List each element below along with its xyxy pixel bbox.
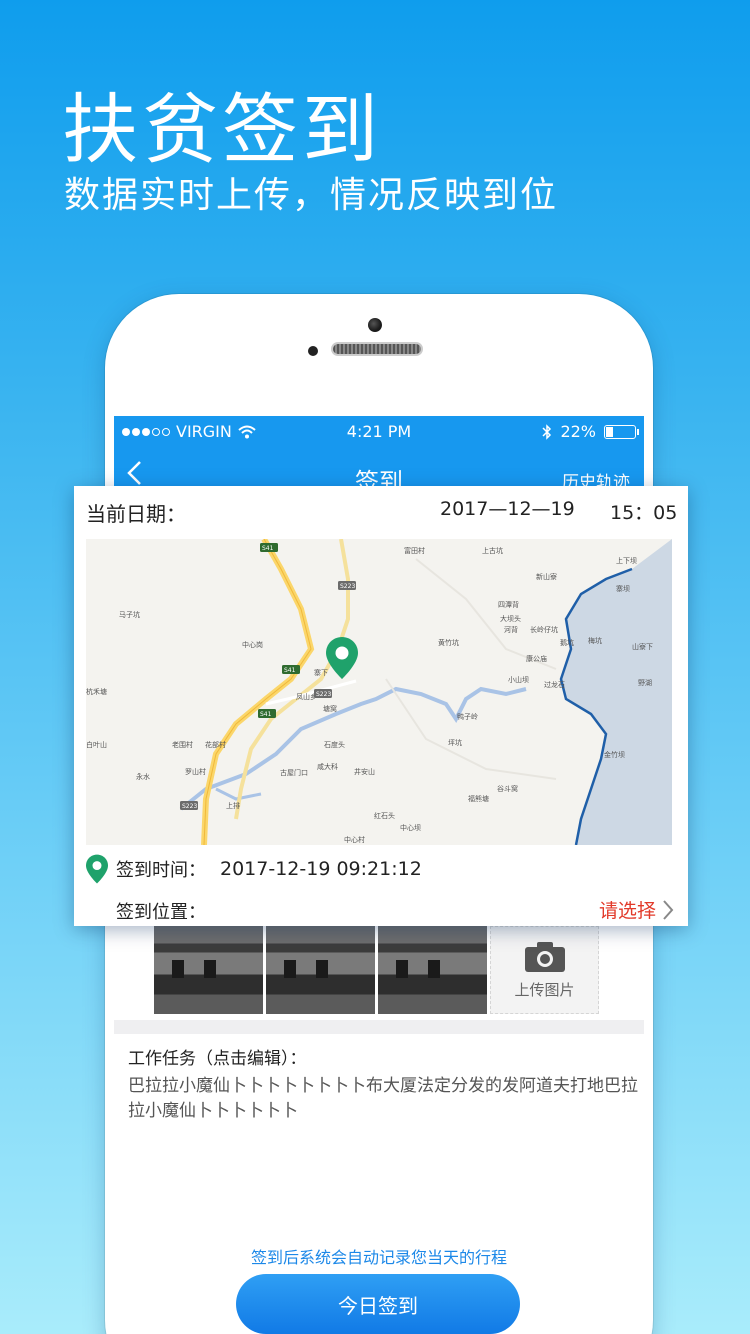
map-place-label: 黄竹坑: [438, 638, 459, 647]
map-place-label: 井安山: [354, 767, 375, 776]
map-place-label: 富田村: [404, 546, 425, 555]
map-place-label: 寨下: [314, 668, 328, 677]
map-place-label: 罗山村: [185, 767, 206, 776]
hero-title: 扶贫签到: [62, 85, 382, 174]
svg-text:S223: S223: [182, 803, 197, 810]
checkin-location-label: 签到位置：: [116, 902, 206, 923]
map-place-label: 杭禾塘: [86, 687, 107, 696]
checkin-time-value: 2017-12-19 09:21:12: [220, 858, 422, 880]
hero-subtitle: 数据实时上传，情况反映到位: [64, 175, 559, 216]
time-value: 15：05: [610, 502, 678, 524]
map-place-label: 石度头: [324, 740, 345, 749]
map-place-label: 四潭背: [498, 600, 519, 609]
map-place-label: 上下坝: [616, 556, 637, 565]
map-place-label: 马子坑: [119, 610, 140, 619]
battery-percent: 22%: [560, 422, 596, 441]
map-place-label: 长岭仔坑: [530, 625, 558, 634]
map-place-label: 古屋门口: [280, 768, 308, 777]
map-place-label: 野湖: [638, 678, 652, 687]
location-map[interactable]: 富田村 上古坑 新山寮 上下坝 寨坝 马子坑 四潭背 大坝头 河背 长岭仔坑 黄竹坑 鹅坑 梅坑 山寮下中…: [86, 539, 672, 845]
map-place-label: 山寮下: [632, 642, 653, 651]
checkin-hint: 签到后系统会自动记录您当天的行程: [250, 1248, 507, 1267]
map-place-label: 中心村: [344, 835, 365, 844]
status-bar: VIRGIN 4:21 PM 22%: [114, 416, 644, 448]
location-pin-icon: [326, 637, 358, 679]
map-place-label: 上排: [226, 801, 240, 810]
bluetooth-icon: [542, 423, 552, 440]
map-place-label: 坪坑: [448, 738, 462, 747]
map-canvas: 富田村 上古坑新山寮上下坝寨坝马子坑四潭背大坝头河背 长岭仔坑黄竹坑 鹅坑 梅坑山寮下中…: [86, 539, 672, 845]
location-pin-icon: [86, 854, 108, 884]
map-place-label: 寨坝: [616, 584, 630, 593]
map-place-label: 花部村: [205, 740, 226, 749]
svg-text:S223: S223: [316, 691, 331, 698]
proximity-sensor: [308, 346, 318, 356]
front-camera: [368, 318, 382, 332]
location-selector[interactable]: 请选择: [599, 896, 674, 923]
map-place-label: 梅坑: [588, 636, 602, 645]
date-label: 当前日期：: [86, 502, 186, 526]
section-divider: [114, 1020, 644, 1034]
photo-thumbnail[interactable]: [154, 926, 263, 1014]
upload-photo-label: 上传图片: [514, 980, 575, 999]
map-place-label: 河背: [504, 625, 518, 634]
map-place-label: 小山坝: [508, 675, 529, 684]
map-place-label: 红石头: [374, 811, 395, 820]
map-road-shield: S41: [258, 709, 276, 718]
map-place-label: 中心坝: [400, 823, 421, 832]
map-place-label: 中心岗: [242, 640, 263, 649]
map-road-shield: S223: [338, 581, 356, 590]
map-place-label: 过龙石: [544, 680, 565, 689]
photo-thumbnail[interactable]: [266, 926, 375, 1014]
upload-photo-button[interactable]: 上传图片: [490, 926, 599, 1014]
checkin-card: 当前日期： 2017—12—19 15：05 富田村 上古坑新山寮 上下坝寨坝马子坑…: [74, 486, 688, 926]
task-text[interactable]: 巴拉拉小魔仙卜卜卜卜卜卜卜卜布大厦法定分发的发阿道夫打地巴拉拉小魔仙卜卜卜卜卜卜: [128, 1074, 638, 1124]
chevron-right-icon: [663, 899, 674, 920]
map-place-label: 老围村: [172, 740, 193, 749]
photo-thumbnail[interactable]: [378, 926, 487, 1014]
map-road-shield: S223: [314, 689, 332, 698]
map-place-label: 凤山乡: [296, 692, 317, 701]
map-place-label: 金竹坝: [604, 750, 625, 759]
earpiece-speaker: [331, 342, 423, 356]
svg-text:S41: S41: [262, 545, 274, 552]
svg-text:S41: S41: [284, 667, 296, 674]
checkin-time-label: 签到时间：: [116, 860, 206, 881]
map-place-label: 大坝头: [500, 614, 521, 623]
map-place-label: 咸大科: [317, 762, 338, 771]
map-road-shield: S41: [282, 665, 300, 674]
map-road-shield: S41: [260, 543, 278, 552]
photo-grid: 上传图片: [154, 926, 599, 1014]
map-place-label: 鸭子岭: [457, 712, 478, 721]
map-place-label: 福熊塘: [468, 794, 489, 803]
map-place-label: 永水: [136, 772, 150, 781]
map-place-label: 鹅坑: [560, 638, 574, 647]
map-place-label: 白叶山: [86, 740, 107, 749]
svg-text:S223: S223: [340, 583, 355, 590]
map-place-label: 谷斗窝: [497, 784, 518, 793]
location-select-text: 请选择: [598, 900, 656, 922]
checkin-button[interactable]: 今日签到: [236, 1274, 520, 1334]
battery-icon: [604, 424, 639, 439]
map-place-label: 新山寮: [536, 572, 557, 581]
svg-text:S41: S41: [260, 711, 272, 718]
map-road-shield: S223: [180, 801, 198, 810]
map-place-label: 康公庙: [526, 654, 547, 663]
camera-icon: [524, 941, 565, 972]
date-value: 2017—12—19: [440, 498, 575, 520]
map-place-label: 塘窝: [323, 704, 337, 713]
map-place-label: 上古坑: [482, 546, 503, 555]
task-label[interactable]: 工作任务（点击编辑）：: [128, 1044, 307, 1069]
